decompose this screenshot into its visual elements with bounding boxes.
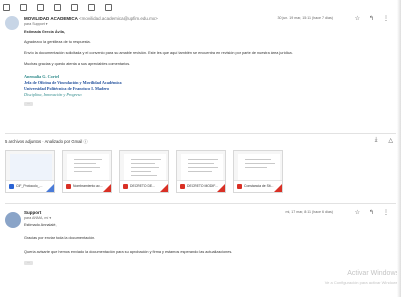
body-line: Gracias por enviar toda la documentación… [24,236,96,240]
message-date: mi, 17 mar, 8:11 (hace 6 días) [285,210,333,214]
reply-icon[interactable]: ↰ [369,209,374,216]
message-actions: ☆ ↰ ⋮ [355,209,389,216]
attachment-thumbnail [124,154,166,182]
attachment-name: Nombramiento ac... [73,184,103,188]
divider [5,133,396,134]
fold-icon [274,184,282,192]
show-trimmed-button[interactable]: ··· [24,102,33,106]
attachments-header: 5 archivos adjuntos · Analizado por Gmai… [5,139,88,144]
fold-icon [103,184,111,192]
email-thread: MOVILIDAD ACADEMICA <movilidad.academica… [0,0,401,297]
fold-icon [46,184,54,192]
reply-icon[interactable]: ↰ [369,15,374,22]
show-trimmed-button[interactable]: ··· [24,261,33,265]
activation-watermark: Activar Windows [347,270,399,277]
download-all-icon[interactable]: ⤓ [375,137,378,144]
signature-name: Anemalia G. Cortel [24,74,60,79]
body-line: Envío la documentación solicitada y el c… [24,51,293,55]
sender-name[interactable]: MOVILIDAD ACADEMICA <movilidad.academica… [24,16,158,21]
avatar [5,16,19,30]
star-icon[interactable]: ☆ [355,15,360,22]
attachment-thumbnail [238,154,280,182]
greeting: Estimada Grecia Ávila, [24,30,65,34]
attachment-card[interactable]: Nombramiento ac... [62,150,112,193]
recipient-line[interactable]: para Support ▾ [24,22,48,26]
avatar [5,212,21,228]
body-line: Estimado Annalalé, [24,223,57,227]
window-edge [397,0,401,297]
message-date: 30 jun. 19 mar, 15:11 (hace 7 días) [277,16,333,20]
clock-icon[interactable] [88,4,95,11]
more-icon[interactable]: ⋮ [383,209,389,216]
pdf-icon [123,184,128,189]
pdf-icon [180,184,185,189]
body-line: Agradezco la gentileza de tu respuesta. [24,40,91,44]
move-icon[interactable] [105,4,112,11]
fold-icon [217,184,225,192]
pdf-icon [66,184,71,189]
attachment-thumbnail [10,154,52,182]
signature-tagline: Disciplina, Innovación y Progreso [24,92,82,97]
divider [5,203,396,204]
attachment-name: DECRETO MODIF... [187,184,218,188]
message-actions: ☆ ↰ ⋮ [355,15,389,22]
report-icon[interactable] [37,4,44,11]
star-icon[interactable]: ☆ [355,209,360,216]
attachment-card[interactable]: CIF_Protocolo_... [5,150,55,193]
message-toolbar [3,4,112,14]
signature-title: Jefa de Oficina de Vinculación y Movilid… [24,80,122,85]
attachment-name: Constancia de Sit... [244,184,274,188]
pdf-icon [237,184,242,189]
activation-watermark-sub: Ve a Configuración para activar Windows. [324,280,399,285]
docs-icon [9,184,14,189]
attachment-card[interactable]: Constancia de Sit... [233,150,283,193]
archive-icon[interactable] [20,4,27,11]
recipient-line[interactable]: para ANMA, mí ▾ [24,216,51,220]
attachments-actions: ⤓ △ [375,137,393,144]
back-icon[interactable] [3,4,10,11]
sender-name[interactable]: Support [24,210,41,215]
attachment-name: DECRETO DE... [130,184,155,188]
attachment-card[interactable]: DECRETO DE... [119,150,169,193]
attachment-name: CIF_Protocolo_... [16,184,43,188]
mail-icon[interactable] [71,4,78,11]
fold-icon [160,184,168,192]
attachment-thumbnail [181,154,223,182]
body-line: Quería avisarte que hemos enviado la doc… [24,250,233,254]
sender-label: MOVILIDAD ACADEMICA [24,16,78,21]
sender-email: <movilidad.academica@upfim.edu.mx> [78,16,158,21]
body-line: Muchas gracias y quedo atenta a sus apre… [24,62,131,66]
more-icon[interactable]: ⋮ [383,15,389,22]
attachment-thumbnail [67,154,109,182]
delete-icon[interactable] [54,4,61,11]
drive-icon[interactable]: △ [388,137,393,144]
signature-university: Universidad Politécnica de Francisco I. … [24,86,110,91]
attachment-card[interactable]: DECRETO MODIF... [176,150,226,193]
